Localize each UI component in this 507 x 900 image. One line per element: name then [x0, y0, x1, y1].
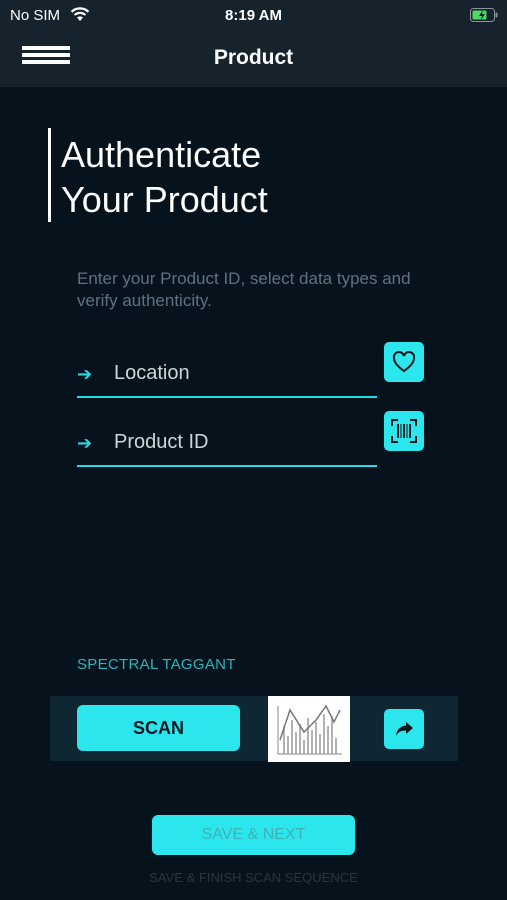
- save-next-button[interactable]: SAVE & NEXT: [152, 815, 355, 855]
- page-title: Product: [213, 46, 294, 69]
- location-heart-button[interactable]: [384, 342, 424, 382]
- arrow-right-icon: ➔: [77, 364, 93, 384]
- spectral-taggant-label: SPECTRAL TAGGANT: [77, 656, 236, 673]
- scan-button[interactable]: SCAN: [77, 705, 240, 751]
- status-bar: No SIM 8:19 AM: [0, 0, 507, 30]
- arrow-right-icon: ➔: [77, 433, 93, 453]
- nav-bar: Product: [0, 30, 507, 87]
- share-icon: [396, 722, 413, 736]
- instructions-text: Enter your Product ID, select data types…: [77, 269, 411, 310]
- hero-title-line1: Authenticate: [61, 134, 262, 175]
- location-field[interactable]: ➔ Location: [77, 350, 377, 398]
- title-accent-bar: [48, 128, 51, 222]
- location-label: Location: [114, 362, 190, 384]
- barcode-scan-button[interactable]: [384, 411, 424, 451]
- product-id-label: Product ID: [114, 431, 209, 453]
- status-time: 8:19 AM: [225, 7, 282, 24]
- barcode-icon: [391, 419, 417, 443]
- product-id-field[interactable]: ➔ Product ID: [77, 419, 377, 467]
- share-button[interactable]: [384, 709, 424, 749]
- heart-icon: [392, 351, 416, 373]
- hero-title-line2: Your Product: [61, 179, 268, 220]
- battery-icon: [470, 8, 498, 22]
- finish-scan-link[interactable]: SAVE & FINISH SCAN SEQUENCE: [0, 870, 507, 885]
- spectrum-chart-image: [277, 704, 342, 755]
- spectrum-thumbnail[interactable]: [268, 696, 350, 762]
- hero-title: Authenticate Your Product: [61, 132, 268, 222]
